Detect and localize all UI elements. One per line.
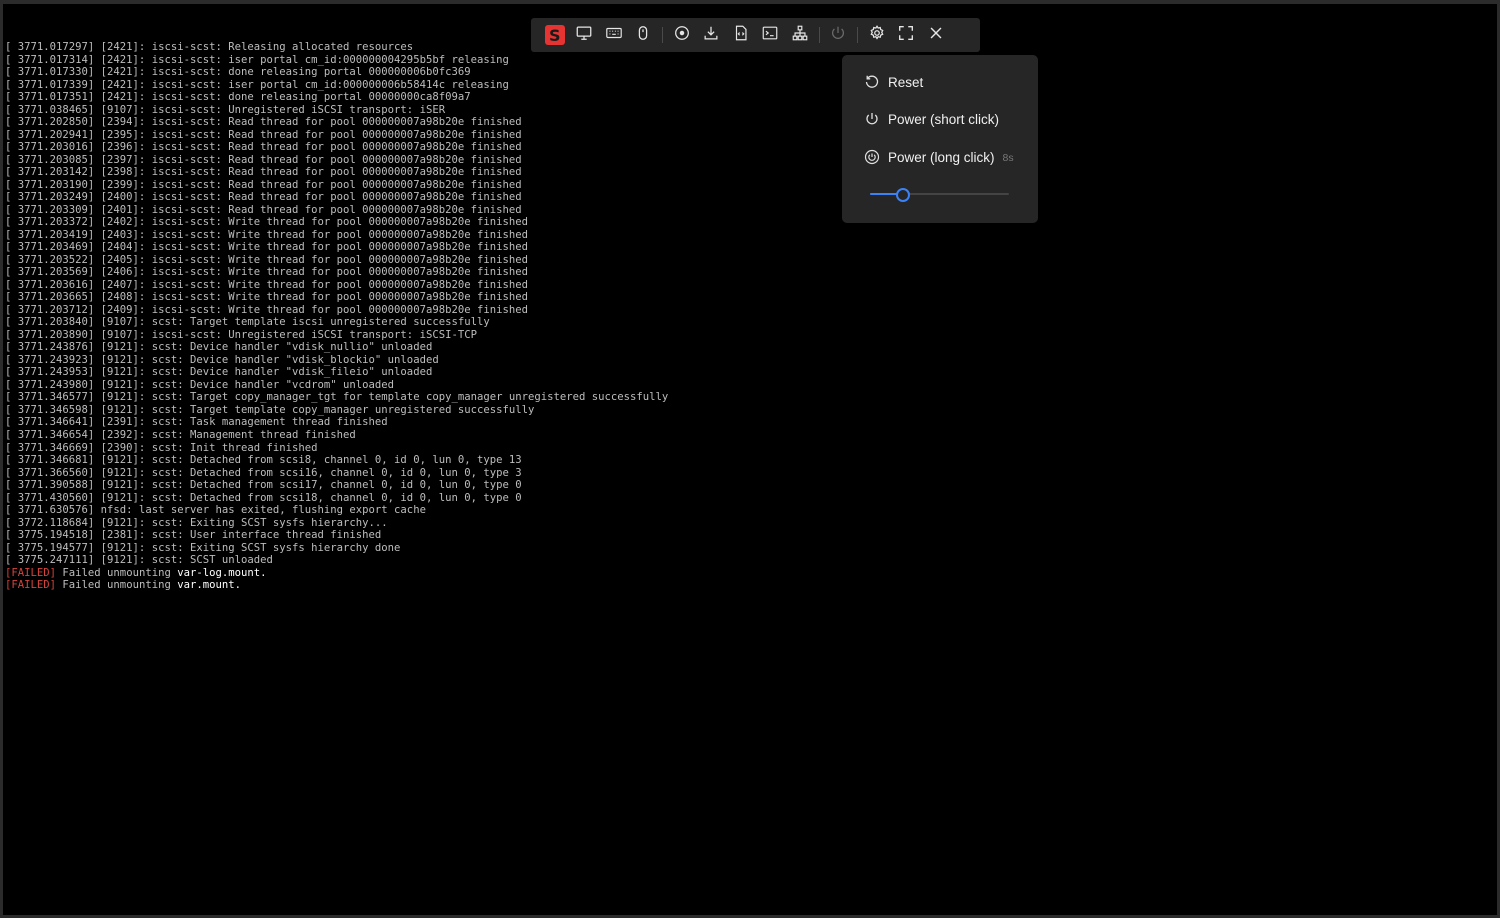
console-line: [ 3771.203522] [2405]: iscsi-scst: Write… [5, 253, 528, 266]
console-failed-unit: var-log.mount [177, 566, 261, 579]
console-failed-unit: var.mount [177, 579, 235, 592]
console-line: [ 3771.203569] [2406]: iscsi-scst: Write… [5, 266, 528, 279]
keyboard-icon [605, 24, 623, 47]
power-short-click-label: Power (short click) [888, 111, 1000, 127]
console-line: [ 3771.202850] [2394]: iscsi-scst: Read … [5, 116, 522, 129]
slider-thumb[interactable] [896, 188, 911, 202]
download-button[interactable] [697, 18, 727, 52]
console-line: [ 3771.203419] [2403]: iscsi-scst: Write… [5, 228, 528, 241]
power-icon [829, 24, 847, 47]
console-line: [ 3771.203469] [2404]: iscsi-scst: Write… [5, 241, 528, 254]
power-icon [864, 111, 880, 127]
console-line: [ 3771.203372] [2402]: iscsi-scst: Write… [5, 216, 528, 229]
network-button[interactable] [785, 18, 815, 52]
console-failed-tag: [FAILED] [5, 579, 57, 592]
file-code-icon [732, 24, 750, 47]
power-long-click-label: Power (long click) [888, 149, 995, 165]
console-failed-text: Failed unmounting [56, 566, 178, 579]
console-failed-end: . [260, 566, 267, 579]
terminal-icon [761, 24, 779, 47]
mouse-icon [634, 24, 652, 47]
terminal-button[interactable] [756, 18, 786, 52]
settings-button[interactable] [862, 18, 892, 52]
long-click-duration-slider[interactable] [870, 187, 1009, 202]
console-line: [ 3771.430560] [9121]: scst: Detached fr… [5, 491, 522, 504]
fullscreen-icon [897, 24, 915, 47]
mouse-button[interactable] [629, 18, 659, 52]
console-line: [ 3771.038465] [9107]: iscsi-scst: Unreg… [5, 103, 446, 116]
file-button[interactable] [726, 18, 756, 52]
console-line: [ 3771.017351] [2421]: iscsi-scst: done … [5, 91, 471, 104]
toolbar-divider [857, 27, 858, 43]
logo-icon: S [544, 25, 565, 45]
disc-icon [673, 24, 691, 47]
console-line: [ 3771.203665] [2408]: iscsi-scst: Write… [5, 291, 528, 304]
toolbar: S [531, 18, 980, 52]
gear-icon [868, 24, 886, 47]
console-output: [ 3771.017297] [2421]: iscsi-scst: Relea… [5, 41, 668, 592]
toolbar-divider [662, 27, 663, 43]
console-line: [ 3771.346641] [2391]: scst: Task manage… [5, 416, 388, 429]
console-line: [ 3771.203890] [9107]: iscsi-scst: Unreg… [5, 328, 477, 341]
console-failed-text: Failed unmounting [56, 579, 178, 592]
media-button[interactable] [667, 18, 697, 52]
console-line: [ 3771.243923] [9121]: scst: Device hand… [5, 353, 439, 366]
console-line: [ 3771.017339] [2421]: iscsi-scst: iser … [5, 78, 509, 91]
console-failed-line: [FAILED] Failed unmounting var.mount. [5, 579, 668, 592]
download-icon [702, 24, 720, 47]
console-line: [ 3771.346681] [9121]: scst: Detached fr… [5, 454, 522, 467]
console-line: [ 3775.247111] [9121]: scst: SCST unload… [5, 554, 273, 567]
console-failed-tag: [FAILED] [5, 566, 57, 579]
close-icon [927, 24, 945, 47]
console-line: [ 3771.243876] [9121]: scst: Device hand… [5, 341, 433, 354]
network-icon [791, 24, 809, 47]
console-line: [ 3771.203616] [2407]: iscsi-scst: Write… [5, 278, 528, 291]
console-line: [ 3771.203309] [2401]: iscsi-scst: Read … [5, 203, 522, 216]
console-line: [ 3771.203016] [2396]: iscsi-scst: Read … [5, 141, 522, 154]
console-failed-end: . [234, 579, 242, 592]
console-line: [ 3771.243953] [9121]: scst: Device hand… [5, 366, 433, 379]
console-failed-line: [FAILED] Failed unmounting var-log.mount… [5, 567, 668, 580]
console-line: [ 3771.390588] [9121]: scst: Detached fr… [5, 479, 522, 492]
reset-menu-item[interactable]: Reset [864, 71, 923, 93]
console-line: [ 3772.118684] [9121]: scst: Exiting SCS… [5, 516, 388, 529]
close-button[interactable] [921, 18, 951, 52]
console-line: [ 3771.017330] [2421]: iscsi-scst: done … [5, 66, 471, 79]
monitor-icon [575, 24, 593, 47]
power-short-click-menu-item[interactable]: Power (short click) [864, 108, 999, 130]
console-line: [ 3771.346577] [9121]: scst: Target copy… [5, 391, 669, 404]
console-line: [ 3771.203840] [9107]: scst: Target temp… [5, 316, 490, 329]
power-long-click-menu-item[interactable]: Power (long click) 8s [864, 146, 1014, 168]
console-line: [ 3771.346598] [9121]: scst: Target temp… [5, 403, 535, 416]
reset-label: Reset [888, 74, 924, 90]
console-line: [ 3771.366560] [9121]: scst: Detached fr… [5, 466, 522, 479]
console-line: [ 3771.203712] [2409]: iscsi-scst: Write… [5, 303, 528, 316]
toolbar-divider [818, 27, 820, 43]
power-button[interactable] [824, 18, 854, 52]
power-circle-icon [864, 149, 880, 165]
console-line: [ 3771.630576] nfsd: last server has exi… [5, 504, 426, 517]
fullscreen-button[interactable] [892, 18, 922, 52]
console-line: [ 3775.194518] [2381]: scst: User interf… [5, 529, 382, 542]
app-logo[interactable]: S [540, 18, 570, 52]
long-click-duration: 8s [1002, 152, 1014, 164]
console-line: [ 3771.203142] [2398]: iscsi-scst: Read … [5, 166, 522, 179]
console-line: [ 3771.346654] [2392]: scst: Management … [5, 428, 356, 441]
console-line: [ 3771.243980] [9121]: scst: Device hand… [5, 378, 395, 391]
console-line: [ 3771.203249] [2400]: iscsi-scst: Read … [5, 191, 522, 204]
console-line: [ 3771.203190] [2399]: iscsi-scst: Read … [5, 178, 522, 191]
kvm-window: [ 3771.017297] [2421]: iscsi-scst: Relea… [0, 0, 1500, 918]
reset-icon [864, 74, 880, 90]
keyboard-button[interactable] [599, 18, 629, 52]
console-line: [ 3771.202941] [2395]: iscsi-scst: Read … [5, 128, 522, 141]
console-line: [ 3775.194577] [9121]: scst: Exiting SCS… [5, 541, 401, 554]
console-line: [ 3771.017314] [2421]: iscsi-scst: iser … [5, 53, 509, 66]
console-line: [ 3771.203085] [2397]: iscsi-scst: Read … [5, 153, 522, 166]
display-button[interactable] [570, 18, 600, 52]
power-menu: Reset Power (short click) Power (long cl… [842, 55, 1038, 223]
console-line: [ 3771.346669] [2390]: scst: Init thread… [5, 441, 318, 454]
